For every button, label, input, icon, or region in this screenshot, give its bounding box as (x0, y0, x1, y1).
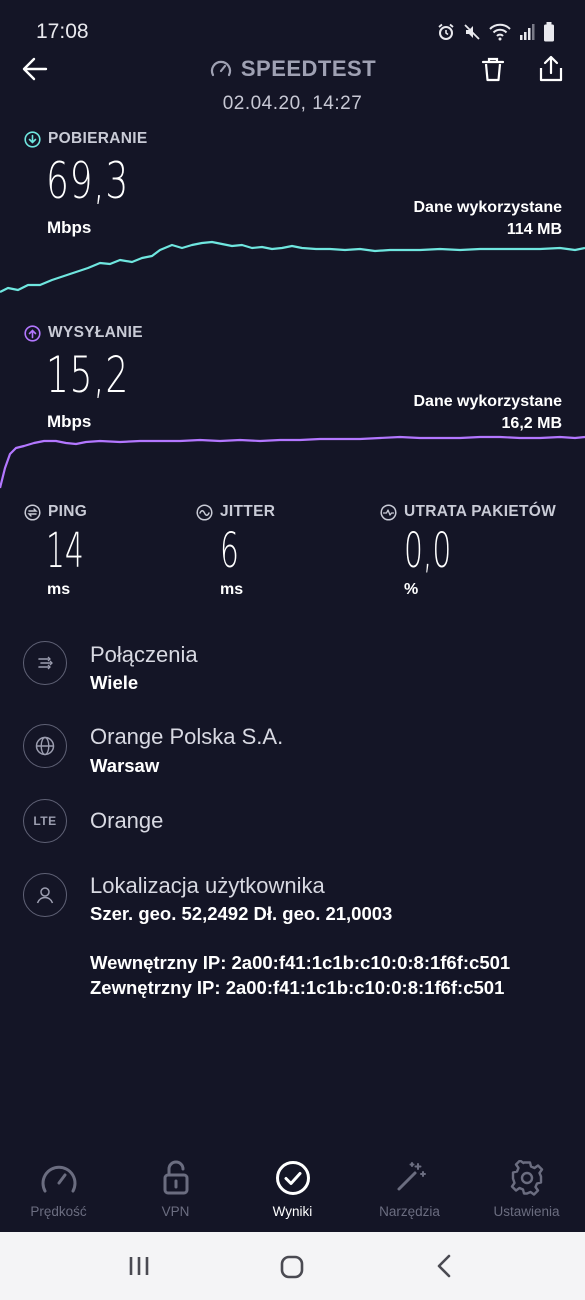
upload-arrow-icon (24, 324, 41, 342)
location-coordinates: Szer. geo. 52,2492 Dł. geo. 21,0003 (90, 903, 393, 924)
trash-icon (481, 57, 505, 82)
network-operator: Orange (90, 808, 164, 833)
download-used-label: Dane wykorzystane (413, 199, 562, 216)
internal-ip: Wewnętrzny IP: 2a00:f41:1c1b:c10:0:8:1f6… (90, 952, 511, 973)
ping-unit: ms (47, 581, 71, 598)
home-button[interactable] (279, 1254, 305, 1285)
home-icon (280, 1255, 304, 1279)
packet-loss-icon (380, 503, 397, 521)
check-circle-icon (275, 1161, 310, 1195)
ping-value: 14 (46, 523, 84, 579)
lte-icon: LTE (33, 814, 57, 828)
download-speed-value: 69,3 (46, 152, 130, 210)
user-icon-badge (23, 873, 67, 917)
provider-server-city: Warsaw (90, 755, 160, 776)
jitter-metric: JITTER 6 ms (196, 503, 275, 599)
upload-used-label: Dane wykorzystane (413, 393, 562, 410)
battery-icon (544, 22, 554, 42)
recent-apps-icon (129, 1257, 149, 1275)
ping-icon (24, 503, 41, 521)
ping-label-text: PING (48, 503, 88, 520)
nav-vpn-label: VPN (161, 1204, 190, 1219)
jitter-unit: ms (220, 581, 244, 598)
upload-label-text: WYSYŁANIE (48, 324, 143, 341)
nav-settings-label: Ustawienia (493, 1204, 560, 1219)
provider-title: Orange Polska S.A. (90, 724, 284, 749)
packet-loss-label: UTRATA PAKIETÓW (380, 503, 556, 521)
nav-tools[interactable]: Narzędzia (351, 1158, 468, 1219)
recent-apps-button[interactable] (127, 1254, 151, 1283)
external-ip: Zewnętrzny IP: 2a00:f41:1c1b:c10:0:8:1f6… (90, 977, 505, 998)
packet-loss-unit: % (404, 581, 419, 598)
jitter-label-text: JITTER (220, 503, 276, 520)
magic-wand-icon (397, 1162, 426, 1191)
upload-speed-value: 15,2 (46, 346, 130, 404)
ping-metric: PING 14 ms (24, 503, 107, 599)
download-graph (0, 240, 585, 293)
jitter-value: 6 (220, 523, 239, 579)
nav-results[interactable]: Wyniki (234, 1158, 351, 1219)
nav-tools-label: Narzędzia (379, 1204, 440, 1219)
location-title: Lokalizacja użytkownika (90, 873, 325, 898)
nav-speed-label: Prędkość (30, 1204, 87, 1219)
share-icon (539, 55, 563, 82)
jitter-label: JITTER (196, 503, 275, 521)
user-icon (36, 887, 54, 904)
system-back-button[interactable] (433, 1254, 457, 1283)
gear-icon (510, 1160, 543, 1196)
nav-vpn[interactable]: VPN (117, 1158, 234, 1219)
signal-icon (520, 24, 535, 40)
provider-icon-badge (23, 724, 67, 768)
chevron-left-icon (437, 1254, 451, 1278)
ping-label: PING (24, 503, 107, 521)
wifi-icon (489, 23, 511, 41)
test-date: 02.04.20, 14:27 (222, 93, 363, 114)
packet-loss-label-text: UTRATA PAKIETÓW (404, 503, 557, 520)
connections-title: Połączenia (90, 642, 198, 667)
nav-results-label: Wyniki (272, 1204, 313, 1219)
connections-icon-badge (23, 641, 67, 685)
upload-graph (0, 435, 585, 489)
system-navigation-bar (0, 1232, 585, 1300)
speedometer-icon (41, 1165, 76, 1193)
unlock-icon (163, 1160, 188, 1195)
download-label: POBIERANIE (24, 130, 147, 148)
bottom-navigation: Prędkość VPN Wyniki Narzędzia Ustawienia (0, 1158, 585, 1232)
packet-loss-value: 0,0 (404, 523, 452, 579)
download-arrow-icon (24, 130, 41, 148)
connections-value: Wiele (90, 672, 139, 693)
jitter-icon (196, 503, 213, 521)
status-time: 17:08 (36, 20, 89, 43)
network-icon-badge: LTE (23, 799, 67, 843)
speedometer-icon (210, 60, 231, 77)
nav-settings[interactable]: Ustawienia (468, 1158, 585, 1219)
page-title: SPEEDTEST (240, 56, 377, 81)
mute-icon (464, 24, 480, 40)
upload-label: WYSYŁANIE (24, 324, 143, 342)
delete-button[interactable] (478, 55, 508, 85)
share-button[interactable] (536, 54, 566, 84)
download-label-text: POBIERANIE (48, 130, 148, 147)
globe-icon (35, 736, 55, 756)
alarm-icon (438, 23, 454, 40)
nav-speed[interactable]: Prędkość (0, 1158, 117, 1219)
packet-loss-metric: UTRATA PAKIETÓW 0,0 % (380, 503, 556, 599)
connections-icon (38, 656, 53, 670)
status-icons (437, 22, 555, 42)
